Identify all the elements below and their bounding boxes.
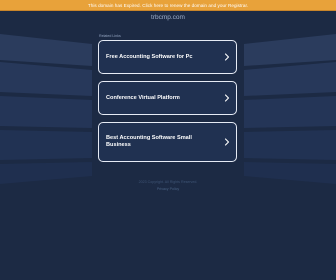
- parked-domain-page: This domain has Expired. Click here to r…: [0, 0, 336, 280]
- privacy-policy-link[interactable]: Privacy Policy: [0, 187, 336, 191]
- related-link-best-accounting-software[interactable]: Best Accounting Software Small Business: [98, 122, 237, 162]
- chevron-right-icon: [224, 138, 230, 146]
- related-link-free-accounting-software[interactable]: Free Accounting Software for Pc: [98, 40, 237, 74]
- chevron-right-icon: [224, 94, 230, 102]
- expired-domain-banner[interactable]: This domain has Expired. Click here to r…: [0, 0, 336, 11]
- related-link-label: Best Accounting Software Small Business: [106, 135, 192, 148]
- copyright-text: 2023 Copyright. All Rights Reserved.: [138, 180, 198, 184]
- related-searches-label: Related Links: [99, 34, 121, 38]
- chevron-right-icon: [224, 53, 230, 61]
- related-link-label: Conference Virtual Platform: [106, 94, 180, 101]
- related-link-label: Free Accounting Software for Pc: [106, 53, 193, 60]
- domain-name: trbcmp.com: [151, 14, 185, 21]
- banner-text[interactable]: This domain has Expired. Click here to r…: [88, 3, 248, 8]
- related-link-conference-virtual-platform[interactable]: Conference Virtual Platform: [98, 81, 237, 115]
